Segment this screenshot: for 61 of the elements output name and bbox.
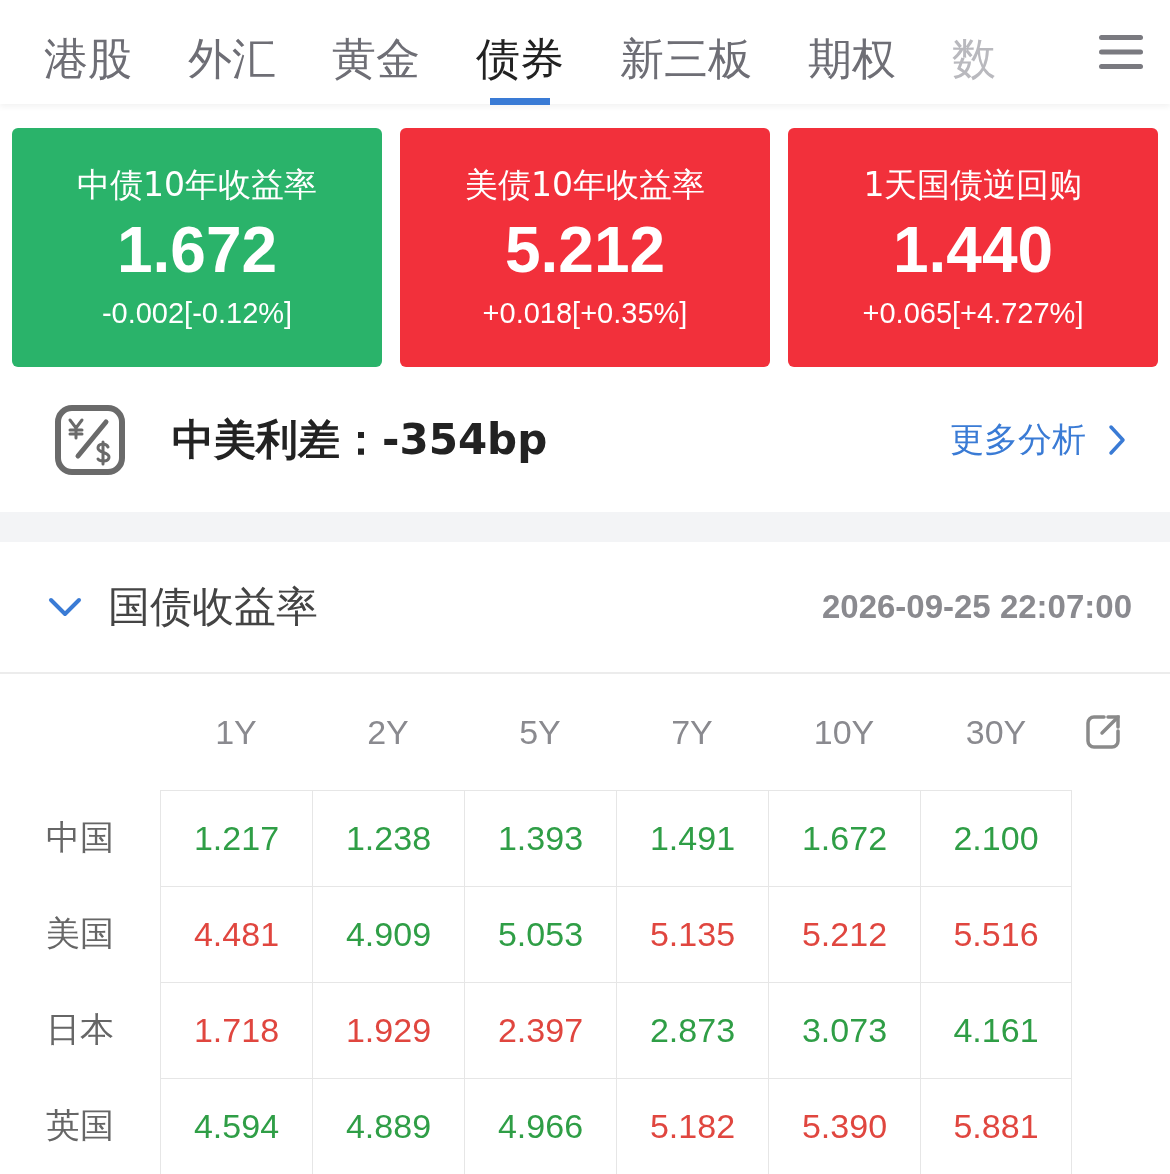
spread-label: 中美利差：-354bp (172, 413, 549, 466)
card-change: +0.018[+0.35%] (482, 295, 688, 331)
menu-icon[interactable] (1098, 34, 1144, 70)
card-value: 1.672 (116, 212, 278, 288)
card-change: -0.002[-0.12%] (101, 295, 293, 331)
yield-cell: 4.889 (312, 1078, 464, 1174)
country-label: 日本 (46, 1008, 114, 1051)
currency-exchange-icon (54, 403, 126, 476)
yield-cell: 1.393 (464, 790, 616, 886)
card-title: 中债10年收益率 (77, 163, 317, 206)
yield-cell: 5.053 (464, 886, 616, 982)
tab[interactable]: 外汇 (188, 15, 276, 105)
yield-cell: 1.238 (312, 790, 464, 886)
yield-cell: 5.881 (920, 1078, 1072, 1174)
column-header: 1Y (214, 712, 258, 752)
country-label: 中国 (46, 816, 114, 859)
yield-cell: 5.212 (768, 886, 920, 982)
tab[interactable]: 黄金 (332, 15, 420, 105)
yield-cell: 4.161 (920, 982, 1072, 1078)
tab[interactable]: 期权 (808, 15, 896, 105)
yield-cell: 1.217 (160, 790, 312, 886)
more-analysis-link[interactable]: 更多分析 (950, 416, 1126, 463)
column-header: 30Y (964, 712, 1028, 752)
tab[interactable]: 港股 (44, 15, 132, 105)
yield-cell: 4.481 (160, 886, 312, 982)
column-header: 5Y (518, 712, 562, 752)
yield-cell: 2.100 (920, 790, 1072, 886)
yield-cell: 2.397 (464, 982, 616, 1078)
column-header: 2Y (366, 712, 410, 752)
yield-cell: 2.873 (616, 982, 768, 1078)
quote-card[interactable]: 美债10年收益率 5.212 +0.018[+0.35%] (400, 128, 770, 367)
column-header: 10Y (812, 712, 876, 752)
chevron-icon[interactable] (48, 596, 82, 618)
column-header: 7Y (670, 712, 714, 752)
tab[interactable]: 债券 (476, 15, 564, 105)
yield-cell: 1.718 (160, 982, 312, 1078)
quote-card[interactable]: 1天国债逆回购 1.440 +0.065[+4.727%] (788, 128, 1158, 367)
yield-cell: 5.135 (616, 886, 768, 982)
card-change: +0.065[+4.727%] (862, 295, 1084, 331)
chevron-right-icon (1108, 423, 1126, 456)
card-value: 1.440 (892, 212, 1054, 288)
yield-cell: 5.182 (616, 1078, 768, 1174)
quote-card[interactable]: 中债10年收益率 1.672 -0.002[-0.12%] (12, 128, 382, 367)
yield-cell: 3.073 (768, 982, 920, 1078)
yield-cell: 1.929 (312, 982, 464, 1078)
yield-cell: 5.390 (768, 1078, 920, 1174)
yield-cell: 4.966 (464, 1078, 616, 1174)
timestamp: 2026-09-25 22:07:00 (821, 588, 1132, 626)
card-value: 5.212 (504, 212, 666, 288)
yield-cell: 5.516 (920, 886, 1072, 982)
external-link-icon[interactable] (1084, 713, 1122, 751)
card-title: 1天国债逆回购 (863, 163, 1083, 206)
tab[interactable]: 新三板 (620, 15, 752, 105)
yield-cell: 1.672 (768, 790, 920, 886)
country-label: 美国 (46, 912, 114, 955)
country-label: 英国 (46, 1104, 114, 1147)
card-title: 美债10年收益率 (465, 163, 705, 206)
section-title: 国债收益率 (108, 581, 319, 633)
yield-cell: 4.594 (160, 1078, 312, 1174)
yield-cell: 1.491 (616, 790, 768, 886)
yield-cell: 4.909 (312, 886, 464, 982)
